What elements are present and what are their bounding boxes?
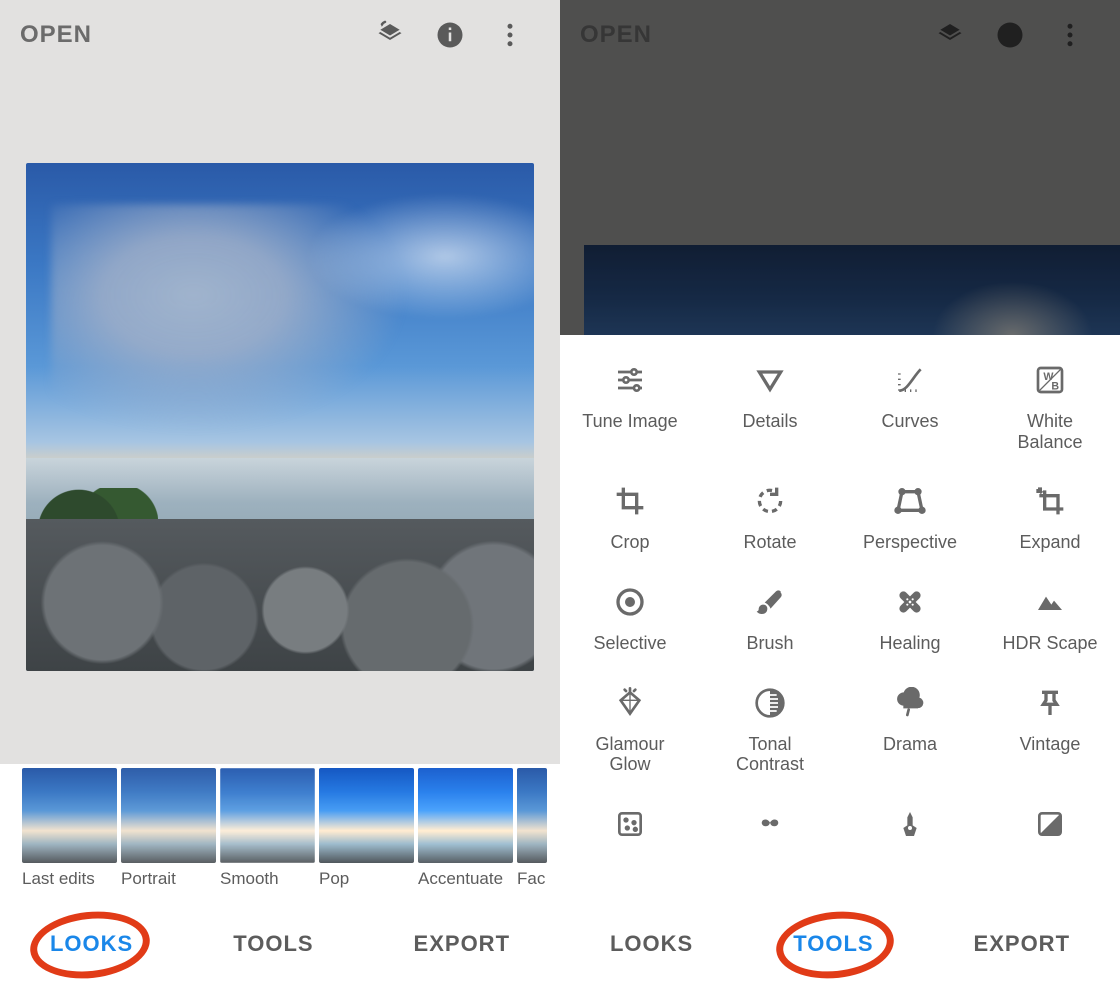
wb-icon: WB [1033,363,1067,397]
crop-icon [613,484,647,518]
tool-label: Brush [746,633,793,654]
contrast-icon [753,686,787,720]
tool-label: Glamour Glow [595,734,664,775]
more-icon[interactable] [1040,20,1100,50]
bw-square-icon [1033,807,1067,841]
rotate-icon [753,484,787,518]
tool-label: Drama [883,734,937,755]
triangle-down-icon [753,363,787,397]
look-label: Pop [319,869,414,889]
tab-tools[interactable]: TOOLS [793,931,873,957]
look-thumb-pop[interactable]: Pop [319,768,414,889]
sliders-icon [613,363,647,397]
tab-export[interactable]: EXPORT [414,931,510,957]
looks-strip: Last edits Portrait Smooth Pop Accentuat… [0,764,560,904]
tool-drama[interactable]: Drama [840,668,980,789]
screen-looks: OPEN Last edits Portrait Smooth Pop [0,0,560,984]
bandage-icon [893,585,927,619]
brush-icon [753,585,787,619]
expand-icon [1033,484,1067,518]
tool-perspective[interactable]: Perspective [840,466,980,567]
tool-label: Tune Image [582,411,677,432]
perspective-icon [893,484,927,518]
mountains-icon [1033,585,1067,619]
tool-label: Healing [879,633,940,654]
tool-tonal-contrast[interactable]: Tonal Contrast [700,668,840,789]
grain-icon [613,807,647,841]
tool-grainy-film[interactable] [560,789,700,869]
tool-white-balance[interactable]: WB White Balance [980,345,1120,466]
tab-looks[interactable]: LOOKS [50,931,133,957]
diamond-sparkle-icon [613,686,647,720]
curves-icon [893,363,927,397]
svg-text:B: B [1051,380,1059,392]
bottom-tabs: LOOKS TOOLS EXPORT [560,904,1120,984]
tool-rotate[interactable]: Rotate [700,466,840,567]
look-label: Last edits [22,869,117,889]
tool-label: Vintage [1020,734,1081,755]
tools-panel: Tune Image Details Curves WB White Balanc… [560,335,1120,904]
look-thumb-partial[interactable]: Fac [517,768,547,889]
tool-retrolux[interactable] [700,789,840,869]
tool-label: Details [742,411,797,432]
screen-tools: OPEN Tune Image Details Curves WB White B… [560,0,1120,984]
look-thumb-smooth[interactable]: Smooth [220,768,315,889]
target-icon [613,585,647,619]
open-button[interactable]: OPEN [580,21,652,49]
layers-icon[interactable] [920,20,980,50]
cloud-rain-icon [893,686,927,720]
tool-label: White Balance [1017,411,1082,452]
guitar-icon [893,807,927,841]
tool-curves[interactable]: Curves [840,345,980,466]
tool-label: Selective [593,633,666,654]
look-thumb-accentuate[interactable]: Accentuate [418,768,513,889]
tool-label: Curves [881,411,938,432]
tool-label: Expand [1019,532,1080,553]
photo-canvas-area [0,70,560,764]
look-label: Smooth [220,869,315,889]
look-thumb-portrait[interactable]: Portrait [121,768,216,889]
tool-glamour-glow[interactable]: Glamour Glow [560,668,700,789]
tool-healing[interactable]: Healing [840,567,980,668]
tool-label: HDR Scape [1002,633,1097,654]
tool-label: Crop [610,532,649,553]
tool-selective[interactable]: Selective [560,567,700,668]
tool-label: Perspective [863,532,957,553]
tool-details[interactable]: Details [700,345,840,466]
tab-looks[interactable]: LOOKS [610,931,693,957]
tool-bw[interactable] [980,789,1120,869]
pushpin-icon [1033,686,1067,720]
more-icon[interactable] [480,20,540,50]
look-label: Portrait [121,869,216,889]
main-photo[interactable] [26,163,534,671]
tool-tune-image[interactable]: Tune Image [560,345,700,466]
layers-icon[interactable] [360,20,420,50]
look-thumb-last-edits[interactable]: Last edits [22,768,117,889]
open-button[interactable]: OPEN [20,21,92,49]
tab-tools[interactable]: TOOLS [233,931,313,957]
tool-label: Tonal Contrast [736,734,804,775]
info-icon[interactable] [420,20,480,50]
mustache-icon [753,807,787,841]
bottom-tabs: LOOKS TOOLS EXPORT [0,904,560,984]
info-icon[interactable] [980,20,1040,50]
tool-grunge[interactable] [840,789,980,869]
tool-hdr-scape[interactable]: HDR Scape [980,567,1120,668]
tool-vintage[interactable]: Vintage [980,668,1120,789]
topbar: OPEN [0,0,560,70]
look-label: Accentuate [418,869,513,889]
tab-export[interactable]: EXPORT [974,931,1070,957]
tool-crop[interactable]: Crop [560,466,700,567]
tool-label: Rotate [743,532,796,553]
tool-expand[interactable]: Expand [980,466,1120,567]
dimmed-photo [584,245,1120,335]
tool-brush[interactable]: Brush [700,567,840,668]
look-label: Fac [517,869,547,889]
